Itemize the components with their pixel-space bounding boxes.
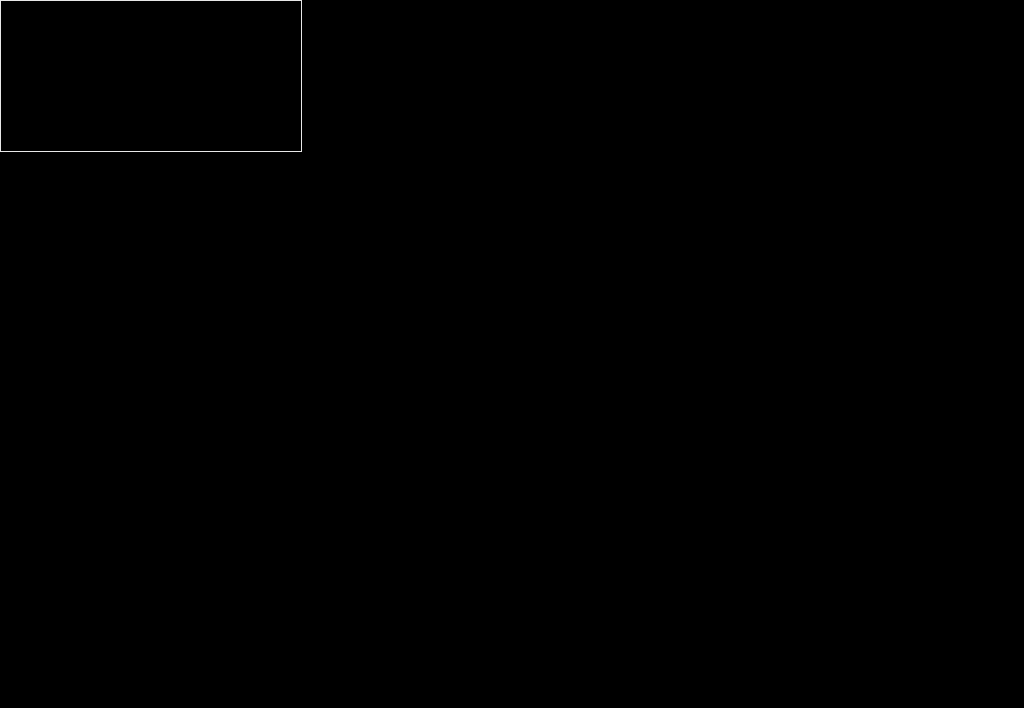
def-colorbar xyxy=(0,0,300,150)
aspera-data-figure xyxy=(0,0,1024,708)
